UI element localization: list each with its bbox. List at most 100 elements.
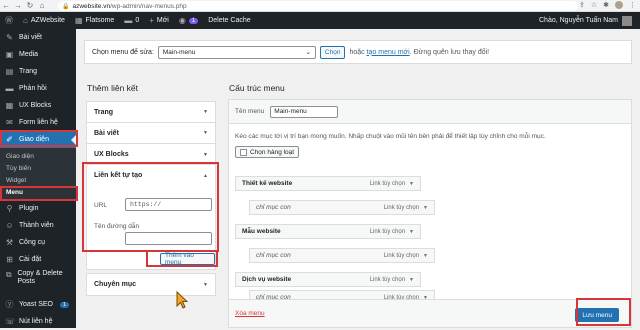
menu-select-bar: Chọn menu để sửa: Main-menu ⌄ Chọn hoặc … [84, 40, 632, 64]
menu-item-type[interactable]: Link tùy chọn ▼ [384, 205, 428, 211]
menu-item-title: Dịch vụ website [242, 276, 292, 283]
avatar [622, 15, 632, 26]
accordion-pages[interactable]: Trang ▼ [87, 102, 215, 123]
address-bar[interactable]: 🔒 azwebsite.vn/wp-admin/nav-menus.php [58, 1, 578, 11]
menu-structure-panel: Tên menu Main-menu Kéo các mục tới vị tr… [228, 99, 632, 328]
blocks-icon: ▦ [5, 101, 14, 110]
new-content-link[interactable]: + Mới [144, 12, 174, 29]
submenu-item-customize[interactable]: Tùy biến [0, 162, 76, 174]
sidebar-item-pages[interactable]: ▤ Trang [0, 63, 76, 80]
sidebar-item-copy-delete-posts[interactable]: ⧉ Copy & Delete Posts [0, 268, 76, 288]
choose-menu-button[interactable]: Chọn [319, 45, 346, 59]
item-type-label: Link tùy chọn [369, 276, 406, 283]
sidebar-item-comments[interactable]: ▬ Phản hồi [0, 80, 76, 97]
home-icon[interactable]: ⌂ [36, 1, 48, 10]
brush-icon: ✐ [6, 135, 13, 144]
sidebar-item-label: Yoast SEO [19, 301, 53, 308]
delete-cache-link[interactable]: Delete Cache [203, 12, 255, 29]
theme-name: Flatsome [85, 17, 115, 24]
plugin-notice[interactable]: ◉ 1 [174, 12, 203, 29]
accordion-label: Trang [94, 108, 114, 116]
mail-icon: ✉ [6, 118, 13, 127]
comment-icon: ▬ [5, 84, 14, 93]
copy-icon: ⧉ [5, 270, 12, 279]
menu-item-website-templates[interactable]: Mẫu website Link tùy chọn ▼ [235, 224, 421, 239]
appearance-submenu: Giao diện Tùy biến Widget Menu [0, 148, 76, 200]
create-menu-link[interactable]: tạo menu mới [367, 49, 410, 56]
wordpress-logo[interactable]: Ⓦ [0, 12, 18, 29]
pin-icon: ✎ [6, 33, 13, 42]
menu-item-child[interactable]: chỉ mục con Link tùy chọn ▼ [249, 200, 435, 215]
submenu-item-widgets[interactable]: Widget [0, 174, 76, 186]
yoast-icon: ⓨ [5, 300, 14, 309]
sidebar-item-ux-blocks[interactable]: ▦ UX Blocks [0, 97, 76, 114]
bulk-select-button[interactable]: Chọn hàng loạt [235, 146, 300, 158]
accordion-ux-blocks[interactable]: UX Blocks ▼ [87, 144, 215, 165]
save-menu-button[interactable]: Lưu menu [575, 308, 619, 322]
forward-icon[interactable]: → [12, 1, 24, 10]
accordion-categories[interactable]: Chuyên mục ▼ [87, 274, 215, 295]
link-text-input[interactable] [125, 232, 212, 245]
share-icon[interactable]: ⇪ [579, 1, 585, 9]
menu-item-child[interactable]: chỉ mục con Link tùy chọn ▼ [249, 248, 435, 263]
caret-down-icon: ▼ [203, 151, 208, 158]
sidebar-item-users[interactable]: ☺ Thành viên [0, 217, 76, 234]
or-text: hoặc tạo menu mới. Đừng quên lưu thay đổ… [349, 49, 489, 56]
sidebar-item-tools[interactable]: ⚒ Công cụ [0, 234, 76, 251]
caret-up-icon: ▲ [203, 172, 208, 179]
sidebar-item-contact-form[interactable]: ✉ Form liên hệ [0, 114, 76, 131]
plugin-badge: 1 [188, 17, 199, 24]
accordion-label: Chuyên mục [94, 281, 137, 288]
sidebar-item-label: Phản hồi [19, 85, 47, 92]
menu-item-type[interactable]: Link tùy chọn ▼ [370, 277, 414, 283]
delete-menu-link[interactable]: Xóa menu [235, 310, 265, 317]
selected-menu-value: Main-menu [162, 48, 196, 56]
chevron-down-icon: ⌄ [305, 49, 311, 56]
submenu-item-menus[interactable]: Menu [0, 186, 76, 198]
sidebar-item-label: Media [19, 51, 39, 58]
menu-item-type[interactable]: Link tùy chọn ▼ [370, 181, 414, 187]
menu-name-input[interactable]: Main-menu [270, 105, 339, 118]
user-greeting[interactable]: Chào, Nguyễn Tuấn Nam [539, 12, 632, 29]
menu-item-website-services[interactable]: Dịch vụ website Link tùy chọn ▼ [235, 272, 421, 287]
sidebar-item-yoast-seo[interactable]: ⓨ Yoast SEO 1 [0, 296, 76, 313]
sidebar-item-settings[interactable]: ⊞ Cài đặt [0, 251, 76, 268]
submenu-item-themes[interactable]: Giao diện [0, 150, 76, 162]
add-to-menu-button[interactable]: Thêm vào menu [160, 252, 215, 266]
sidebar-item-posts[interactable]: ✎ Bài viết [0, 29, 76, 46]
sidebar-item-label: Cài đặt [19, 256, 42, 263]
item-type-label: Link tùy chọn [369, 180, 406, 187]
lock-icon: 🔒 [62, 3, 70, 10]
browser-menu-icon[interactable]: ⋮ [629, 1, 636, 9]
menu-item-title: Thiết kế website [242, 180, 293, 187]
comments-link[interactable]: ▬ 0 [119, 12, 144, 29]
bulk-select-label: Chọn hàng loạt [250, 148, 295, 156]
mouse-cursor-icon [176, 291, 189, 309]
sidebar-item-label: Bài viết [19, 34, 42, 41]
site-name-link[interactable]: ⌂ AZWebsite [18, 12, 70, 29]
reload-icon[interactable]: ↻ [24, 1, 36, 10]
drag-instructions: Kéo các mục tới vị trí bạn mong muốn. Nh… [235, 133, 546, 140]
caret-down-icon: ▼ [423, 204, 428, 211]
item-type-label: Link tùy chọn [383, 252, 420, 259]
back-icon[interactable]: ← [0, 1, 12, 10]
wordpress-icon: Ⓦ [5, 16, 13, 25]
sidebar-item-media[interactable]: ▣ Media [0, 46, 76, 63]
sidebar-item-plugins[interactable]: ⚲ Plugin [0, 200, 76, 217]
theme-link[interactable]: ▦ Flatsome [70, 12, 119, 29]
caret-down-icon: ▼ [203, 109, 208, 115]
profile-avatar[interactable] [615, 1, 623, 9]
sidebar-item-appearance[interactable]: ✐ Giao diện [0, 131, 76, 148]
star-icon[interactable]: ☆ [591, 1, 597, 9]
menu-item-website-design[interactable]: Thiết kế website Link tùy chọn ▼ [235, 176, 421, 191]
accordion-posts[interactable]: Bài viết ▼ [87, 123, 215, 144]
sidebar-item-label: Trang [19, 68, 38, 75]
sidebar-item-contact-button[interactable]: ☏ Nút liên hệ [0, 313, 76, 330]
menu-item-type[interactable]: Link tùy chọn ▼ [370, 229, 414, 235]
menu-select-dropdown[interactable]: Main-menu ⌄ [157, 45, 316, 59]
url-input[interactable]: https:// [125, 198, 212, 211]
new-label: Mới [156, 17, 169, 24]
accordion-custom-links[interactable]: Liên kết tự tạo ▲ [87, 165, 215, 186]
menu-item-type[interactable]: Link tùy chọn ▼ [384, 253, 428, 259]
extensions-icon[interactable]: ✱ [603, 1, 609, 9]
